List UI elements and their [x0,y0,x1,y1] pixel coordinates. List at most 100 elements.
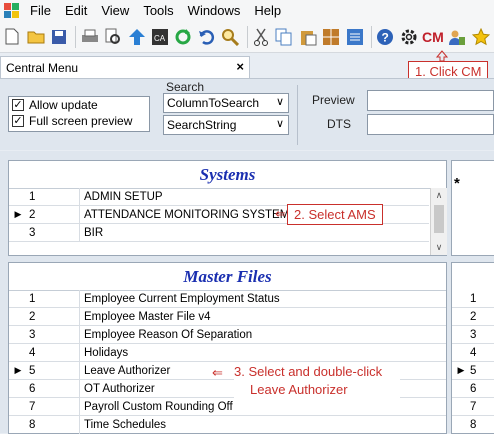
copy-icon[interactable] [274,26,294,48]
menu-tools[interactable]: Tools [143,3,187,18]
annotation-step1-text: 1. Click CM [415,64,482,79]
preview-field[interactable] [367,90,494,111]
right-row[interactable]: ▶ 5 [452,362,494,380]
print-preview-icon[interactable] [103,26,123,48]
systems-scrollbar[interactable]: ∧ ∨ [430,188,447,255]
open-folder-icon[interactable] [25,26,45,48]
right-row[interactable]: 2 [452,308,494,326]
settings-icon[interactable] [398,26,418,48]
tab-central-menu[interactable]: Central Menu × [0,56,250,78]
row-number: 4 [470,346,477,359]
app-icon[interactable] [4,2,20,19]
row-number: 1 [27,188,80,205]
row-number: 8 [470,419,477,431]
systems-detail-pane: * [451,160,494,256]
menu-bar: File Edit View Tools Windows Help [0,0,494,21]
master-file-name: Employee Current Employment Status [84,292,280,305]
system-name: ADMIN SETUP [84,190,163,203]
row-number: 5 [470,364,477,377]
grid-icon[interactable] [321,26,341,48]
menu-file[interactable]: File [30,3,65,18]
annotation-step3-line2: Leave Authorizer [250,382,348,397]
search-string-value: SearchString [167,118,237,132]
refresh-icon[interactable] [173,26,193,48]
right-row[interactable]: 3 [452,326,494,344]
allow-update-checkbox[interactable]: ✓ Allow update [9,97,149,113]
master-file-name: Employee Reason Of Separation [84,328,253,341]
row-number: 6 [470,382,477,395]
row-number: 1 [27,290,80,307]
right-row[interactable]: 8 [452,416,494,434]
help-icon[interactable]: ? [375,26,395,48]
table-row[interactable]: 7 Payroll Custom Rounding Off [9,398,446,416]
menu-grids: Systems 1 ADMIN SETUP ▶ 2 ATTENDANCE MON… [0,151,494,434]
table-row[interactable]: 1 Employee Current Employment Status [9,290,446,308]
full-screen-preview-label: Full screen preview [29,114,133,128]
menu-help[interactable]: Help [254,3,295,18]
calculator-icon[interactable]: CA [150,26,170,48]
row-number: 8 [27,416,80,434]
row-number: 2 [470,310,477,323]
row-number: 7 [470,400,477,413]
row-number: 1 [470,292,477,305]
master-files-section: Master Files 1 Employee Current Employme… [8,262,447,434]
search-string-select[interactable]: SearchString ∨ [163,115,289,135]
dts-field[interactable] [367,114,494,135]
menu-edit[interactable]: Edit [65,3,101,18]
search-label: Search [166,80,205,94]
column-to-search-select[interactable]: ColumnToSearch ∨ [163,93,289,113]
right-row[interactable]: 6 [452,380,494,398]
toolbar-separator [246,25,248,48]
save-icon[interactable] [49,26,69,48]
print-icon[interactable] [79,26,99,48]
svg-text:CA: CA [154,34,166,43]
scroll-up-icon[interactable]: ∧ [431,188,447,202]
full-screen-preview-checkbox[interactable]: ✓ Full screen preview [9,113,149,129]
paste-icon[interactable] [298,26,318,48]
menu-windows[interactable]: Windows [188,3,255,18]
toolbar-separator [370,25,372,48]
master-file-name: OT Authorizer [84,382,155,395]
close-icon[interactable]: × [236,59,244,74]
find-icon[interactable] [220,26,240,48]
table-row[interactable]: 8 Time Schedules [9,416,446,434]
annotation-step1-arrow [436,50,448,62]
systems-title: Systems [9,161,446,189]
dts-label: DTS [327,117,351,131]
row-number: 2 [27,206,80,223]
row-number: 6 [27,380,80,397]
annotation-step3-line1: 3. Select and double-click [234,364,383,379]
tab-title: Central Menu [6,60,79,75]
cut-icon[interactable] [251,26,271,48]
new-document-icon[interactable] [2,26,22,48]
list-icon[interactable] [344,26,364,48]
menu-view[interactable]: View [101,3,143,18]
current-row-icon: ▶ [457,365,465,375]
chevron-down-icon: ∨ [275,118,284,130]
right-row[interactable]: 4 [452,344,494,362]
scroll-down-icon[interactable]: ∨ [431,240,447,254]
right-row[interactable]: 7 [452,398,494,416]
row-number: 3 [27,224,80,241]
annotation-step2-arrow: ⇐ [275,206,286,221]
table-row[interactable]: 4 Holidays [9,344,446,362]
options-panel: ✓ Allow update ✓ Full screen preview Sea… [0,78,494,150]
new-row-marker: * [454,175,460,192]
panel-divider [297,85,298,145]
row-number: 3 [27,326,80,343]
master-file-name: Employee Master File v4 [84,310,211,323]
scroll-thumb[interactable] [434,205,444,233]
user-icon[interactable] [447,26,467,48]
undo-icon[interactable] [197,26,217,48]
star-icon[interactable] [471,26,491,48]
table-row[interactable]: 2 Employee Master File v4 [9,308,446,326]
master-file-name: Leave Authorizer [84,364,171,377]
up-arrow-icon[interactable] [126,26,146,48]
options-box: ✓ Allow update ✓ Full screen preview [8,96,150,132]
toolbar-separator [75,25,77,48]
annotation-step2-text: 2. Select AMS [294,207,376,222]
cm-icon[interactable]: CM [422,26,444,48]
table-row[interactable]: 3 BIR [9,224,429,242]
table-row[interactable]: 3 Employee Reason Of Separation [9,326,446,344]
right-row[interactable]: 1 [452,290,494,308]
